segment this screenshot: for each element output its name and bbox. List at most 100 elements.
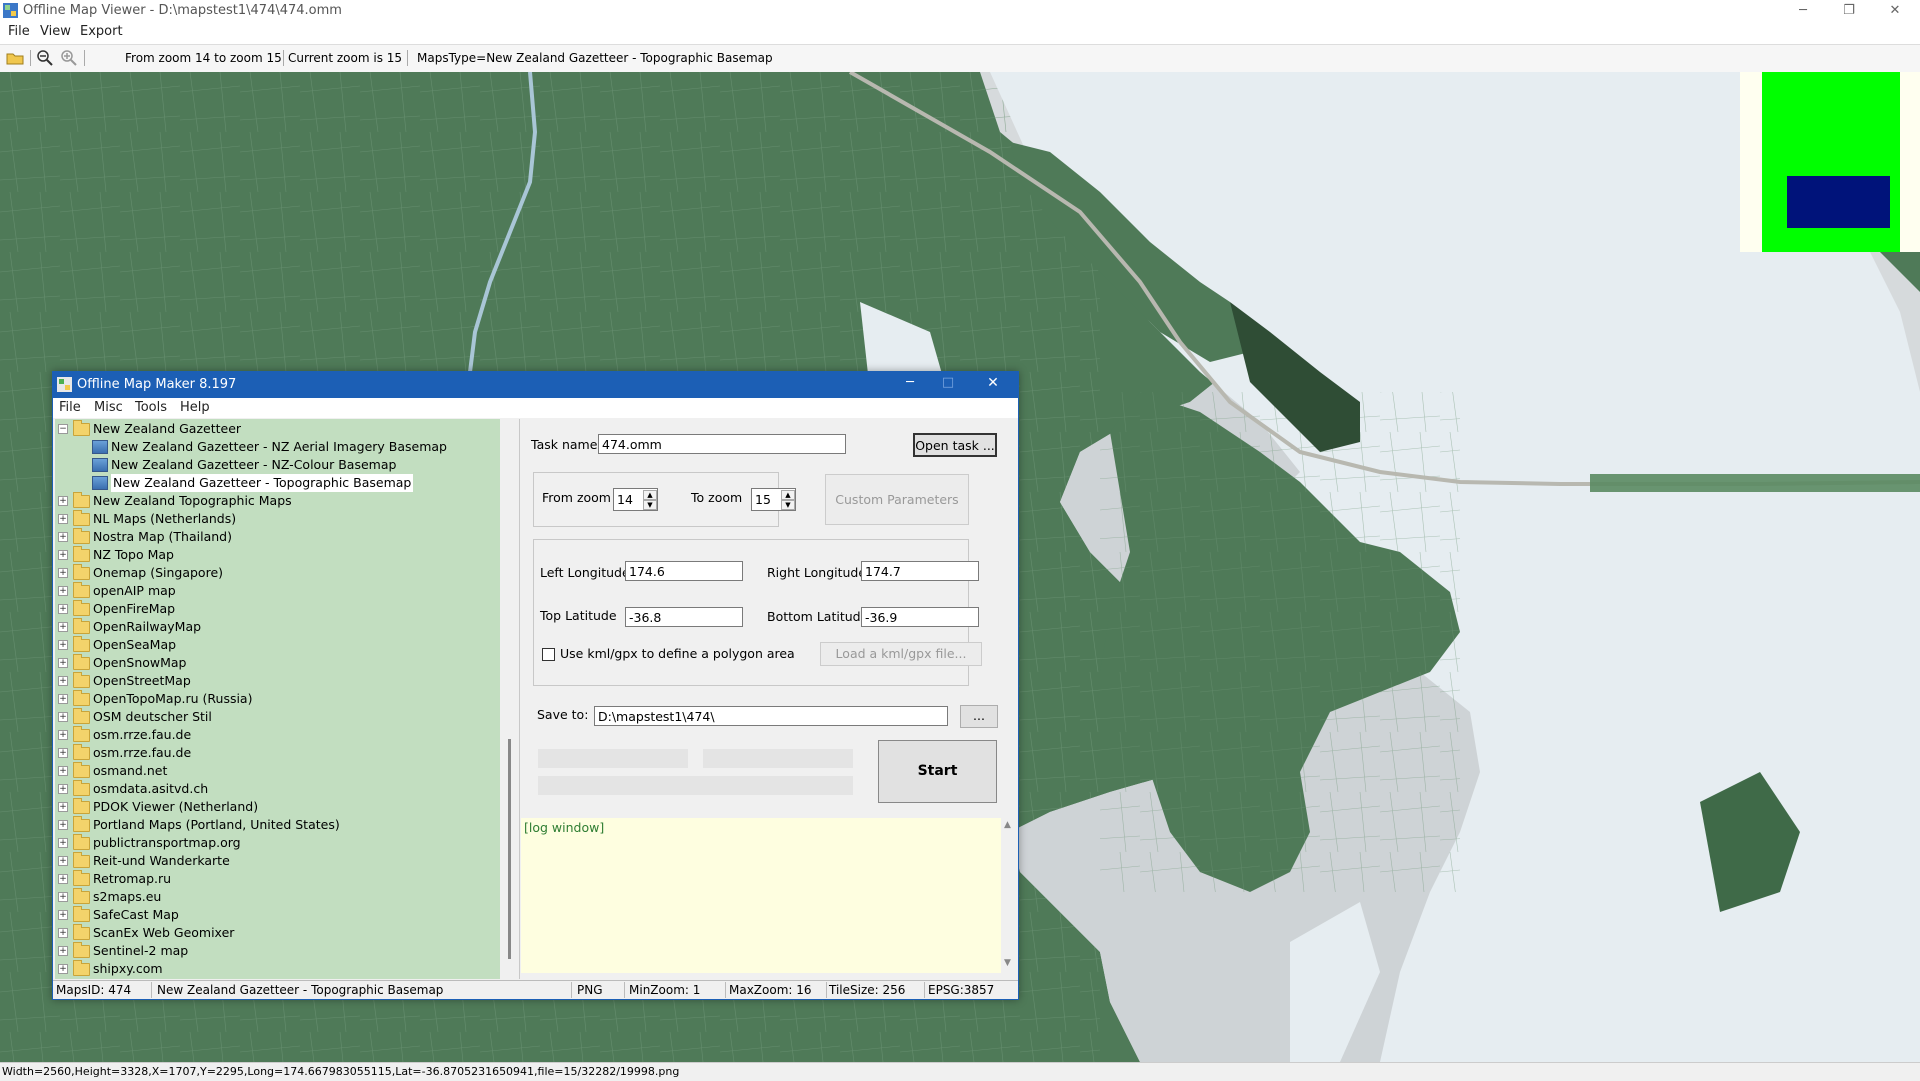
expand-icon[interactable]: + (58, 496, 68, 506)
dialog-menu-misc[interactable]: Misc (94, 400, 123, 415)
tree-folder-item[interactable]: + s2maps.eu (55, 888, 500, 906)
expand-icon[interactable]: + (58, 730, 68, 740)
dialog-maximize-button[interactable]: □ (933, 375, 963, 390)
expand-icon[interactable]: + (58, 622, 68, 632)
menu-export[interactable]: Export (80, 24, 123, 39)
scroll-down-icon[interactable]: ▼ (1004, 958, 1011, 968)
tree-folder-item[interactable]: + Portland Maps (Portland, United States) (55, 816, 500, 834)
tree-folder-item[interactable]: + OpenTopoMap.ru (Russia) (55, 690, 500, 708)
minimize-button[interactable]: ─ (1780, 0, 1826, 22)
expand-icon[interactable]: + (58, 712, 68, 722)
start-button[interactable]: Start (878, 740, 997, 803)
expand-icon[interactable]: + (58, 766, 68, 776)
log-window[interactable]: [log window] (521, 818, 1001, 973)
top-latitude-field[interactable]: -36.8 (625, 607, 743, 627)
dialog-title-bar[interactable]: Offline Map Maker 8.197 ─ □ ✕ (53, 372, 1018, 398)
tree-map-item[interactable]: New Zealand Gazetteer - Topographic Base… (55, 474, 500, 492)
expand-icon[interactable]: + (58, 892, 68, 902)
tree-folder-item[interactable]: + ScanEx Web Geomixer (55, 924, 500, 942)
open-task-button[interactable]: Open task ... (913, 433, 997, 457)
right-longitude-field[interactable]: 174.7 (861, 561, 979, 581)
open-folder-icon[interactable] (6, 49, 24, 67)
tree-folder-item[interactable]: + Nostra Map (Thailand) (55, 528, 500, 546)
expand-icon[interactable]: + (58, 820, 68, 830)
tree-folder-item[interactable]: + publictransportmap.org (55, 834, 500, 852)
browse-button[interactable]: ... (960, 705, 998, 728)
expand-icon[interactable]: + (58, 640, 68, 650)
bottom-latitude-field[interactable]: -36.9 (861, 607, 979, 627)
menu-view[interactable]: View (40, 24, 71, 39)
to-zoom-up[interactable]: ▲ (781, 490, 795, 500)
tree-folder-item[interactable]: + OSM deutscher Stil (55, 708, 500, 726)
tree-folder-item[interactable]: + osm.rrze.fau.de (55, 726, 500, 744)
tree-folder-item[interactable]: + OpenSeaMap (55, 636, 500, 654)
restore-button[interactable]: ❐ (1826, 0, 1872, 22)
expand-icon[interactable]: + (58, 802, 68, 812)
tree-folder-item[interactable]: + New Zealand Topographic Maps (55, 492, 500, 510)
to-zoom-down[interactable]: ▼ (781, 500, 795, 510)
expand-icon[interactable]: + (58, 604, 68, 614)
expand-icon[interactable]: + (58, 568, 68, 578)
expand-icon[interactable]: + (58, 874, 68, 884)
zoom-in-icon[interactable] (60, 49, 78, 67)
save-to-field[interactable]: D:\mapstest1\474\ (594, 706, 948, 726)
left-longitude-field[interactable]: 174.6 (625, 561, 743, 581)
kml-checkbox[interactable] (542, 648, 555, 661)
tree-folder-item[interactable]: + osmdata.asitvd.ch (55, 780, 500, 798)
dialog-menu-tools[interactable]: Tools (135, 400, 167, 415)
log-scrollbar[interactable]: ▲ ▼ (1001, 818, 1017, 973)
tree-folder-item[interactable]: + Reit-und Wanderkarte (55, 852, 500, 870)
tree-folder-item[interactable]: + osmand.net (55, 762, 500, 780)
menu-file[interactable]: File (8, 24, 30, 39)
expand-icon[interactable]: + (58, 658, 68, 668)
tree-folder-item[interactable]: + Retromap.ru (55, 870, 500, 888)
tree-folder-item[interactable]: + OpenFireMap (55, 600, 500, 618)
tree-folder-item[interactable]: + Onemap (Singapore) (55, 564, 500, 582)
expand-icon[interactable]: + (58, 694, 68, 704)
tree-scrollbar[interactable] (502, 419, 518, 979)
expand-icon[interactable]: + (58, 514, 68, 524)
tree-folder-item[interactable]: + OpenStreetMap (55, 672, 500, 690)
from-zoom-stepper[interactable]: 14 ▲ ▼ (613, 488, 658, 511)
tree-folder-item[interactable]: + OpenRailwayMap (55, 618, 500, 636)
tree-folder-item[interactable]: + shipxy.com (55, 960, 500, 978)
expand-icon[interactable]: + (58, 784, 68, 794)
tree-folder-item[interactable]: + osm.rrze.fau.de (55, 744, 500, 762)
dialog-menu-file[interactable]: File (59, 400, 81, 415)
expand-icon[interactable]: + (58, 532, 68, 542)
tree-folder-item[interactable]: + PDOK Viewer (Netherland) (55, 798, 500, 816)
from-zoom-up[interactable]: ▲ (643, 490, 657, 500)
scroll-up-icon[interactable]: ▲ (1004, 820, 1011, 830)
expand-icon[interactable]: + (58, 676, 68, 686)
dialog-minimize-button[interactable]: ─ (895, 375, 925, 390)
expand-icon[interactable]: + (58, 946, 68, 956)
expand-icon[interactable]: + (58, 550, 68, 560)
expand-icon[interactable]: + (58, 964, 68, 974)
tree-map-item[interactable]: New Zealand Gazetteer - NZ Aerial Imager… (55, 438, 500, 456)
load-kml-button[interactable]: Load a kml/gpx file... (820, 642, 982, 666)
expand-icon[interactable]: + (58, 910, 68, 920)
zoom-out-icon[interactable] (36, 49, 54, 67)
expand-icon[interactable]: + (58, 838, 68, 848)
tree-folder-item[interactable]: + Sentinel-2 map (55, 942, 500, 960)
tree-map-item[interactable]: New Zealand Gazetteer - NZ-Colour Basema… (55, 456, 500, 474)
tree-folder-item[interactable]: + SafeCast Map (55, 906, 500, 924)
from-zoom-down[interactable]: ▼ (643, 500, 657, 510)
collapse-icon[interactable]: − (58, 424, 68, 434)
expand-icon[interactable]: + (58, 856, 68, 866)
to-zoom-stepper[interactable]: 15 ▲ ▼ (751, 488, 796, 511)
custom-parameters-button[interactable]: Custom Parameters (825, 474, 969, 525)
expand-icon[interactable]: + (58, 928, 68, 938)
tree-folder-item[interactable]: + NL Maps (Netherlands) (55, 510, 500, 528)
expand-icon[interactable]: + (58, 586, 68, 596)
task-name-field[interactable]: 474.omm (598, 434, 846, 454)
tree-folder-item[interactable]: + openAIP map (55, 582, 500, 600)
tree-scroll-thumb[interactable] (508, 739, 511, 959)
dialog-close-button[interactable]: ✕ (978, 375, 1008, 391)
dialog-menu-help[interactable]: Help (180, 400, 210, 415)
expand-icon[interactable]: + (58, 748, 68, 758)
map-source-tree[interactable]: − New Zealand Gazetteer New Zealand Gazett… (55, 419, 500, 979)
close-button[interactable]: ✕ (1872, 0, 1918, 22)
tree-folder-item[interactable]: + OpenSnowMap (55, 654, 500, 672)
tree-folder-item[interactable]: − New Zealand Gazetteer (55, 420, 500, 438)
